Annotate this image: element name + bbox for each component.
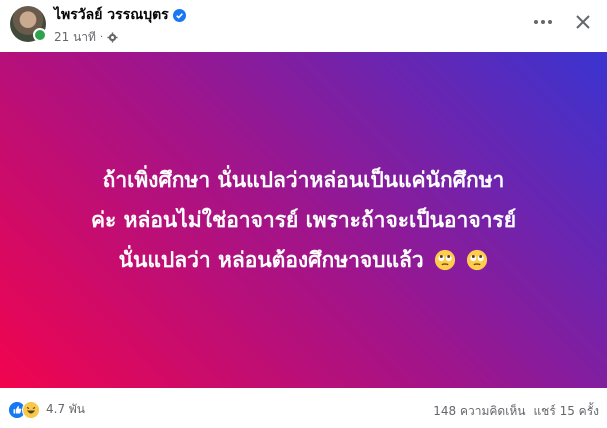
engagement-stats: 148 ความคิดเห็น แชร์ 15 ครั้ง xyxy=(433,402,599,421)
more-options-button[interactable] xyxy=(531,12,555,32)
reactions-summary[interactable]: 4.7 พัน xyxy=(8,400,85,419)
post-timestamp[interactable]: 21 นาที xyxy=(54,28,96,47)
post-text-line-2: ค่ะ หล่อนไม่ใช่อาจารย์ เพราะถ้าจะเป็นอาจ… xyxy=(90,208,517,232)
more-dots-icon xyxy=(534,20,552,24)
post-text-line-1: ถ้าเพิ่งศึกษา นั่นแปลว่าหล่อนเป็นแค่นักศ… xyxy=(102,168,505,192)
close-button[interactable] xyxy=(571,10,595,34)
post-text-line-3: นั่นแปลว่า หล่อนต้องศึกษาจบแล้ว xyxy=(9,240,599,280)
post-text: ถ้าเพิ่งศึกษา นั่นแปลว่าหล่อนเป็นแค่นักศ… xyxy=(9,160,599,280)
rolling-eyes-emoji-icon xyxy=(467,249,488,271)
avatar[interactable] xyxy=(10,6,47,42)
meta-separator: · xyxy=(99,32,104,43)
rolling-eyes-emoji-icon xyxy=(434,249,456,271)
post-meta: 21 นาที · xyxy=(54,28,118,47)
haha-reaction-icon xyxy=(22,400,40,419)
shares-count-link[interactable]: แชร์ 15 ครั้ง xyxy=(533,402,599,421)
reaction-count: 4.7 พัน xyxy=(46,402,86,416)
close-icon xyxy=(576,15,590,29)
online-status-dot xyxy=(33,28,47,42)
privacy-gear-icon[interactable] xyxy=(107,32,118,43)
post-footer: 4.7 พัน 148 ความคิดเห็น แชร์ 15 ครั้ง xyxy=(0,388,607,428)
post-header: ไพรวัลย์ วรรณบุตร 21 นาที · xyxy=(0,0,607,52)
comments-count-link[interactable]: 148 ความคิดเห็น xyxy=(433,402,525,421)
verified-badge-icon xyxy=(172,8,186,22)
author-name[interactable]: ไพรวัลย์ วรรณบุตร xyxy=(54,7,169,23)
post-background-card: ถ้าเพิ่งศึกษา นั่นแปลว่าหล่อนเป็นแค่นักศ… xyxy=(0,52,607,388)
post-text-line-3-text: นั่นแปลว่า หล่อนต้องศึกษาจบแล้ว xyxy=(118,248,424,272)
author-row: ไพรวัลย์ วรรณบุตร xyxy=(54,7,186,23)
